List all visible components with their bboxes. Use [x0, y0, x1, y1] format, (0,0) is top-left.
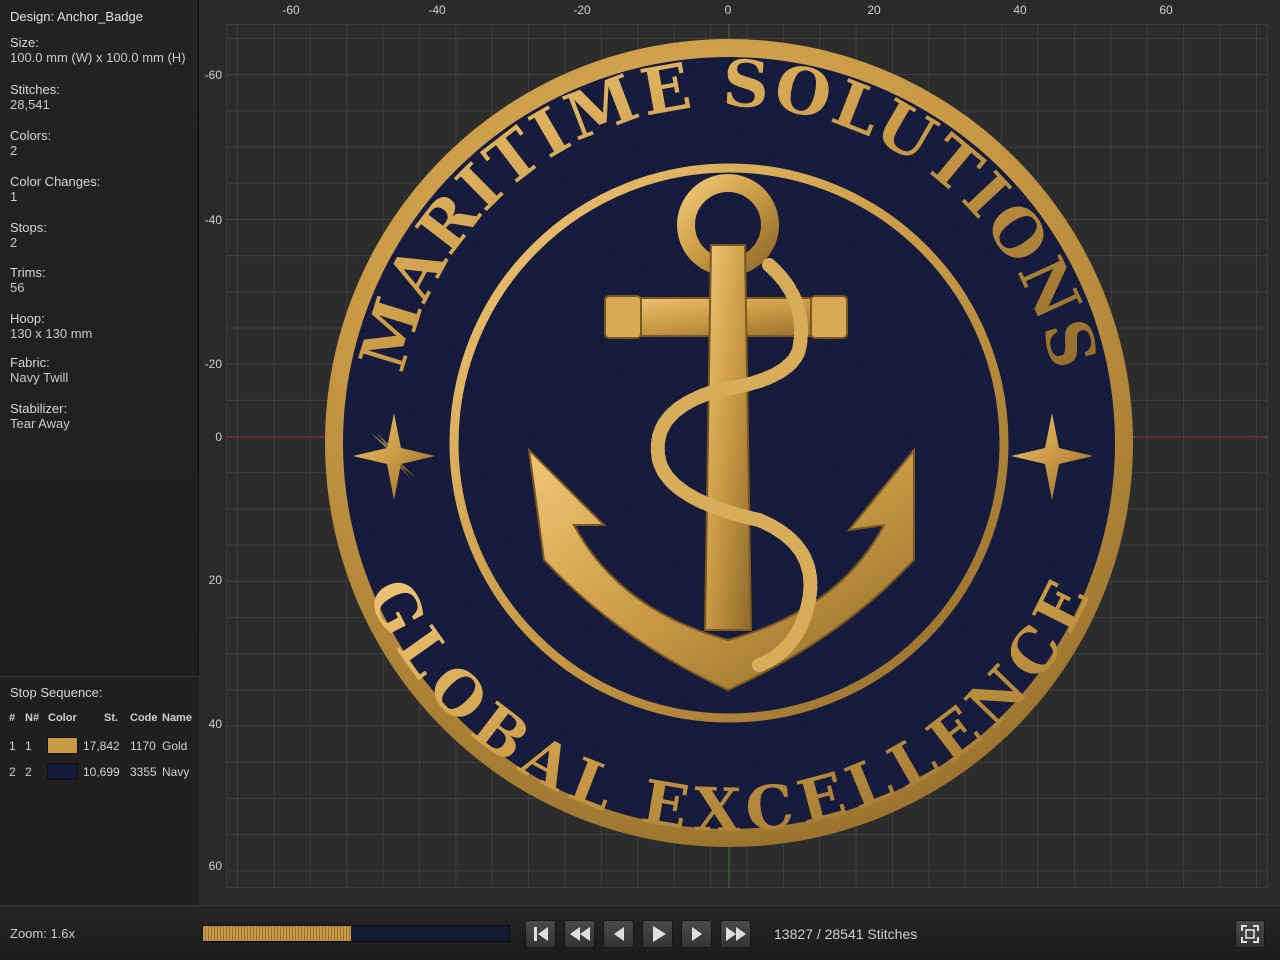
prop-colors-value: 2	[10, 143, 18, 158]
first-stitch-button[interactable]	[525, 920, 556, 948]
prop-hoop: Hoop: 130 x 130 mm	[10, 311, 92, 341]
zoom-level: Zoom: 1.6x	[10, 926, 76, 941]
total-stitches: 28541 Stitches	[824, 926, 918, 942]
row-needle: 2	[25, 765, 32, 779]
rewind-button[interactable]	[564, 920, 595, 948]
prop-size: Size: 100.0 mm (W) x 100.0 mm (H)	[10, 35, 186, 65]
prop-color-changes: Color Changes: 1	[10, 174, 100, 204]
col-stitches: St.	[104, 712, 119, 724]
col-name: Name	[162, 712, 192, 724]
row-needle: 1	[25, 739, 32, 753]
prop-size-label: Size:	[10, 35, 39, 50]
embroidery-patch[interactable]: MARITIME SOLUTIONS GLOBAL EXCELLENCE	[199, 0, 1280, 905]
prop-stabilizer: Stabilizer: Tear Away	[10, 401, 70, 431]
row-num: 1	[9, 739, 16, 753]
skip-to-start-icon	[533, 927, 548, 941]
prop-fabric: Fabric: Navy Twill	[10, 355, 68, 385]
step-forward-icon	[691, 927, 702, 941]
color-swatch-gold	[47, 737, 78, 754]
fit-to-screen-button[interactable]	[1235, 920, 1265, 948]
stitch-progress-fill	[203, 926, 352, 941]
prop-colors-label: Colors:	[10, 128, 52, 143]
prop-size-value: 100.0 mm (W) x 100.0 mm (H)	[10, 50, 186, 65]
row-stitches: 10,699	[83, 765, 120, 779]
current-stitch: 13827	[774, 926, 813, 942]
col-num: #	[9, 712, 16, 724]
prop-trims-value: 56	[10, 280, 25, 295]
prop-stitches-value: 28,541	[10, 97, 50, 112]
stop-table-header: # N# Color St. Code Name	[0, 707, 199, 733]
play-icon	[652, 926, 666, 942]
counter-separator: /	[816, 926, 821, 942]
stop-sequence-title: Stop Sequence:	[10, 685, 103, 700]
stop-sequence-table: # N# Color St. Code Name 1 1 17,842 1170…	[0, 707, 199, 785]
prop-stops-value: 2	[10, 235, 18, 250]
fast-forward-button[interactable]	[720, 920, 751, 948]
prop-stabilizer-value: Tear Away	[10, 416, 70, 431]
prop-fabric-value: Navy Twill	[10, 370, 69, 385]
prop-color-changes-value: 1	[10, 189, 18, 204]
prop-stitches-label: Stitches:	[10, 82, 60, 97]
prop-stabilizer-label: Stabilizer:	[10, 401, 68, 416]
row-name: Navy	[162, 765, 190, 779]
prop-trims: Trims: 56	[10, 265, 46, 295]
prop-stitches: Stitches: 28,541	[10, 82, 60, 112]
step-back-icon	[613, 927, 624, 941]
play-button[interactable]	[642, 920, 673, 948]
prop-stops: Stops: 2	[10, 220, 47, 250]
color-swatch-navy	[47, 763, 78, 780]
fit-to-screen-icon	[1241, 925, 1259, 943]
step-forward-button[interactable]	[681, 920, 712, 948]
prop-fabric-label: Fabric:	[10, 355, 50, 370]
prop-hoop-value: 130 x 130 mm	[10, 326, 93, 341]
row-code: 3355	[130, 765, 157, 779]
prop-stops-label: Stops:	[10, 220, 47, 235]
rewind-icon	[569, 927, 590, 941]
row-code: 1170	[130, 739, 156, 753]
stop-sequence-panel: Stop Sequence: # N# Color St. Code Name …	[0, 676, 199, 905]
design-title: Design: Anchor_Badge	[10, 9, 143, 24]
prop-color-changes-label: Color Changes:	[10, 174, 101, 189]
fast-forward-icon	[725, 927, 746, 941]
design-canvas[interactable]: -60 -40 -20 0 20 40 60 -60 -40 -20 0 20 …	[199, 0, 1280, 905]
row-name: Gold	[162, 739, 188, 753]
row-num: 2	[9, 765, 16, 779]
prop-trims-label: Trims:	[10, 265, 46, 280]
playback-bar: Zoom: 1.6x 13827 / 28541 Stitches	[0, 905, 1280, 960]
row-stitches: 17,842	[83, 739, 120, 753]
prop-colors: Colors: 2	[10, 128, 51, 158]
col-needle: N#	[25, 712, 40, 724]
prop-hoop-label: Hoop:	[10, 311, 45, 326]
stitch-progress-bar[interactable]	[202, 925, 510, 942]
design-info-sidebar: Design: Anchor_Badge Size: 100.0 mm (W) …	[0, 0, 199, 905]
stop-row[interactable]: 2 2 10,699 3355 Navy	[0, 759, 199, 785]
col-code: Code	[130, 712, 158, 724]
col-color: Color	[48, 712, 77, 724]
stitch-counter: 13827 / 28541 Stitches	[774, 926, 917, 942]
stop-row[interactable]: 1 1 17,842 1170 Gold	[0, 733, 199, 759]
step-back-button[interactable]	[603, 920, 634, 948]
